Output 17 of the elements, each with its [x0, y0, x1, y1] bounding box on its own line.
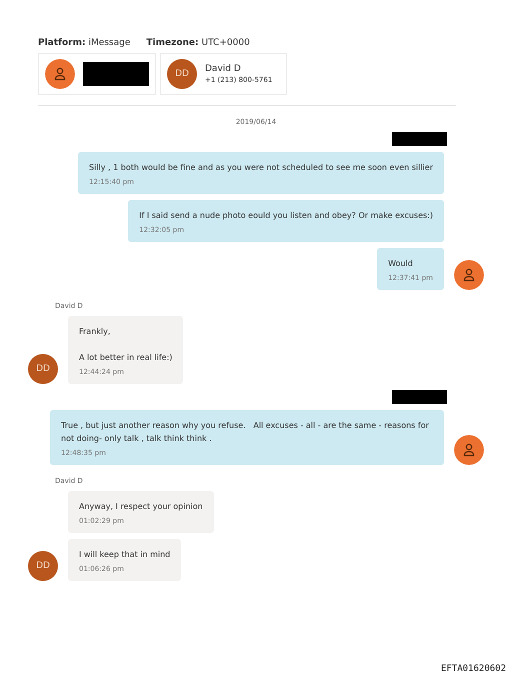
- message-text: Frankly, A lot better in real life:): [79, 326, 172, 364]
- initials-avatar: DD: [167, 59, 197, 89]
- document-id: EFTA01620602: [440, 664, 506, 674]
- initials-avatar: DD: [28, 551, 58, 581]
- message-text: I will keep that in mind: [79, 549, 170, 561]
- person-avatar-icon: [454, 435, 484, 465]
- person-avatar-icon: [454, 260, 484, 290]
- contact-name: David D: [205, 64, 242, 74]
- message-text: True , but just another reason why you refuse. All excuses - all - are the same - reasons for not doing- only talk , talk think think .: [61, 420, 430, 445]
- message-text: Would: [388, 258, 414, 270]
- message-text: Silly , 1 both would be fine and as you were not scheduled to see me soon even sillier: [89, 162, 433, 174]
- person-avatar-icon: [45, 59, 75, 89]
- message-text: Anyway, I respect your opinion: [79, 501, 203, 513]
- initials-avatar: DD: [28, 354, 58, 384]
- platform-text: Platform: iMessage: [38, 38, 130, 48]
- timezone-text: Timezone: UTC+0000: [146, 38, 250, 48]
- message-text: If I said send a nude photo eould you listen and obey? Or make excuses:): [139, 210, 433, 222]
